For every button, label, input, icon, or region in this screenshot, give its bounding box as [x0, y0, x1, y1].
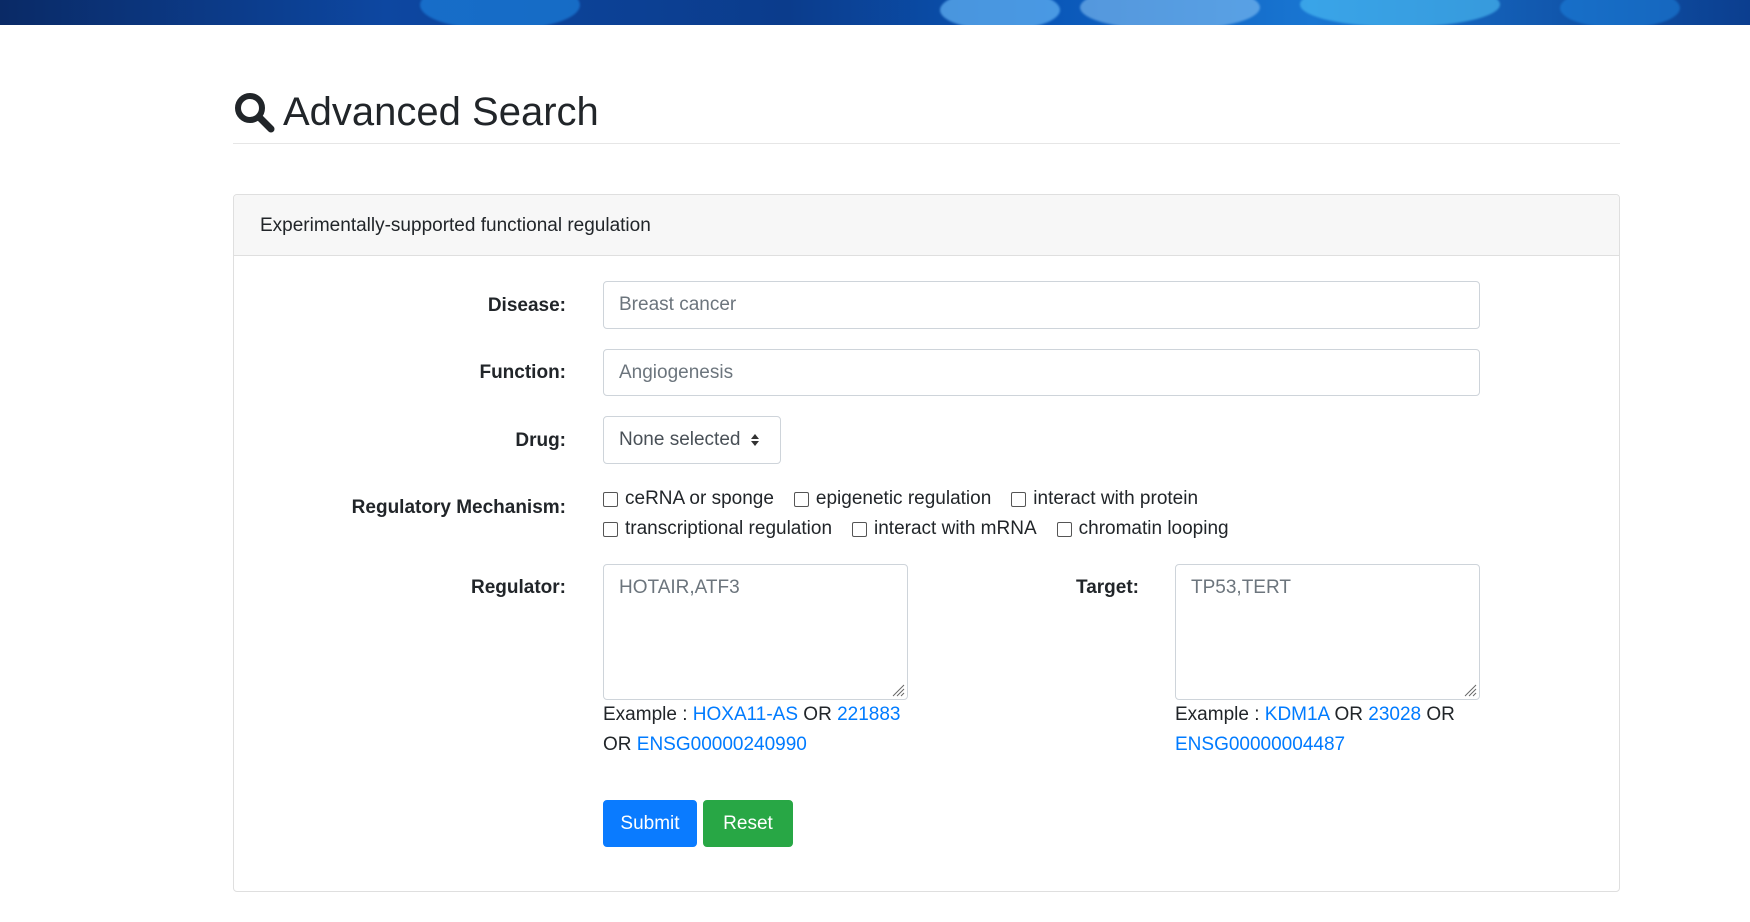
disease-placeholder: Breast cancer [619, 294, 737, 315]
disease-input[interactable]: Breast cancer [603, 281, 1480, 329]
regulator-examples: Example : HOXA11-AS OR 221883 OR ENSG000… [603, 700, 943, 760]
drug-label: Drug: [515, 430, 566, 451]
mechanism-option-chromatin[interactable]: chromatin looping [1056, 518, 1229, 540]
target-label: Target: [1076, 577, 1139, 598]
target-examples: Example : KDM1A OR 23028 OR ENSG00000004… [1175, 700, 1495, 760]
function-placeholder: Angiogenesis [619, 361, 734, 383]
resize-handle-icon[interactable] [1463, 683, 1477, 697]
or-text: OR [1426, 704, 1455, 725]
checkbox[interactable] [1011, 491, 1027, 507]
mechanism-option-cerna[interactable]: ceRNA or sponge [603, 488, 774, 510]
mechanism-option-protein[interactable]: interact with protein [1011, 488, 1198, 510]
drug-select[interactable]: None selected [603, 416, 781, 464]
target-example-link[interactable]: KDM1A [1265, 704, 1329, 725]
top-banner-image [0, 0, 1750, 25]
mechanism-row-1: ceRNA or sponge epigenetic regulation in… [603, 488, 1218, 510]
target-textarea[interactable]: TP53,TERT [1175, 564, 1480, 700]
regulator-example-link[interactable]: HOXA11-AS [693, 704, 798, 725]
function-label: Function: [479, 362, 566, 383]
submit-button[interactable]: Submit [603, 800, 697, 847]
example-prefix: Example : [1175, 704, 1265, 725]
target-example-link[interactable]: 23028 [1368, 704, 1421, 725]
regulator-example-link[interactable]: 221883 [837, 704, 900, 725]
or-text: OR [803, 704, 832, 725]
resize-handle-icon[interactable] [891, 683, 905, 697]
page-title: Advanced Search [283, 90, 599, 134]
or-text: OR [603, 734, 632, 755]
example-prefix: Example : [603, 704, 693, 725]
target-placeholder: TP53,TERT [1191, 577, 1291, 598]
mechanism-row-2: transcriptional regulation interact with… [603, 518, 1249, 540]
mechanism-option-transcriptional[interactable]: transcriptional regulation [603, 518, 832, 540]
regulator-placeholder: HOTAIR,ATF3 [619, 577, 740, 598]
checkbox[interactable] [1056, 521, 1072, 537]
card-header: Experimentally-supported functional regu… [234, 195, 1619, 256]
checkbox[interactable] [852, 521, 868, 537]
target-example-link[interactable]: ENSG00000004487 [1175, 734, 1345, 755]
regulator-label: Regulator: [471, 577, 566, 598]
mechanism-label: Regulatory Mechanism: [351, 497, 566, 518]
disease-label: Disease: [487, 295, 566, 316]
drug-select-value: None selected [619, 429, 741, 450]
reset-button[interactable]: Reset [703, 800, 793, 847]
checkbox[interactable] [603, 521, 618, 537]
search-card: Experimentally-supported functional regu… [233, 194, 1620, 892]
sort-caret-icon [750, 433, 760, 447]
function-input[interactable]: Angiogenesis [603, 349, 1480, 396]
or-text: OR [1334, 704, 1363, 725]
mechanism-option-epigenetic[interactable]: epigenetic regulation [793, 488, 991, 510]
page-header: Advanced Search [233, 86, 1620, 144]
mechanism-option-mrna[interactable]: interact with mRNA [852, 518, 1037, 540]
regulator-example-link[interactable]: ENSG00000240990 [637, 734, 807, 755]
checkbox[interactable] [603, 491, 618, 507]
checkbox[interactable] [793, 491, 809, 507]
search-icon [235, 93, 275, 133]
